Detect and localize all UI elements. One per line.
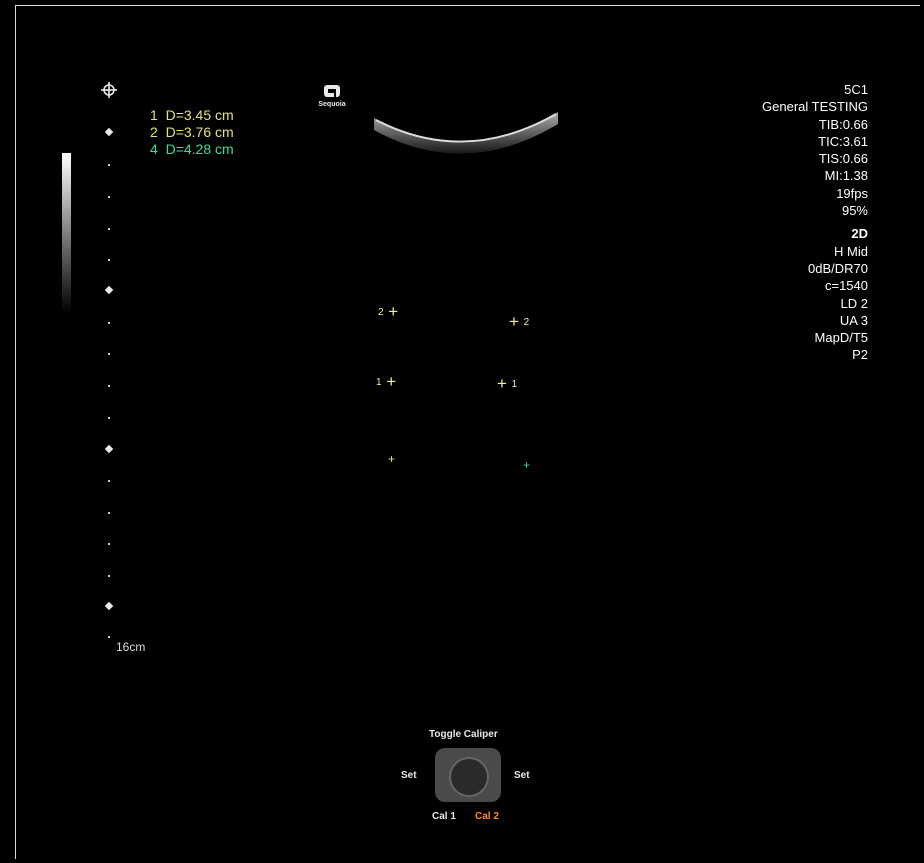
persistence: P2: [852, 347, 868, 363]
caliper-4-right[interactable]: +: [523, 457, 530, 474]
caliper-1-left[interactable]: 1 +: [376, 373, 396, 391]
caliper-label: 2: [378, 307, 384, 319]
depth-tick: [108, 543, 110, 545]
transducer: 5C1: [844, 82, 868, 97]
trackball-ball[interactable]: [449, 757, 489, 797]
caliper-2-left[interactable]: 2 +: [378, 303, 398, 321]
tis: TIS:0.66: [818, 151, 868, 167]
depth-tick: [108, 353, 110, 355]
measurement-value: D=3.76 cm: [165, 124, 234, 140]
caliper-label: 1: [511, 379, 518, 391]
depth-tick: [108, 259, 110, 261]
preset: General TESTING: [762, 99, 868, 115]
depth-tick: [108, 417, 110, 419]
toggle-caliper-label[interactable]: Toggle Caliper: [429, 729, 498, 740]
mi: MI:1.38: [824, 168, 868, 184]
ultrasound-image: [374, 112, 558, 154]
crosshair-icon: [101, 82, 117, 98]
measurement-list: 1 D=3.45 cm 2 D=3.76 cm 4 D=4.28 cm: [150, 107, 234, 158]
measurement-id: 4: [150, 141, 158, 157]
trackball[interactable]: [435, 748, 501, 802]
caliper-1-right[interactable]: + 1: [497, 375, 517, 393]
power: 95%: [841, 203, 868, 219]
sequoia-logo: Sequoia: [314, 84, 350, 108]
depth-tick: [108, 575, 110, 577]
measurement-id: 2: [150, 124, 158, 140]
measurement-2: 2 D=3.76 cm: [150, 124, 234, 141]
frame-rate: 19fps: [836, 185, 868, 201]
depth-tick: [108, 228, 110, 230]
grayscale-bar: [62, 153, 71, 313]
cal2-label[interactable]: Cal 2: [475, 811, 499, 822]
line-density: LD 2: [840, 295, 868, 311]
depth-tick: [108, 196, 110, 198]
set-right-label[interactable]: Set: [514, 770, 530, 781]
depth-tick: [108, 322, 110, 324]
tib: TIB:0.66: [818, 116, 868, 132]
caliper-2-right[interactable]: + 2: [509, 313, 529, 331]
caliper-label: 2: [523, 317, 530, 329]
caliper-label: 1: [376, 377, 382, 389]
cal1-label[interactable]: Cal 1: [432, 811, 456, 822]
depth-tick: [108, 480, 110, 482]
map: MapD/T5: [814, 330, 868, 346]
speed-of-sound: c=1540: [824, 278, 868, 294]
depth-tick: [108, 512, 110, 514]
caliper-4-left[interactable]: +: [388, 451, 395, 468]
depth-label: 16cm: [116, 640, 146, 654]
frequency: H Mid: [834, 243, 868, 259]
imaging-parameters: 5C1 General TESTING TIB:0.66 TIC:3.61 TI…: [762, 81, 868, 364]
ua: UA 3: [839, 312, 868, 328]
mode: 2D: [851, 226, 868, 242]
gain: 0dB/DR70: [808, 260, 868, 276]
measurement-id: 1: [150, 107, 158, 123]
depth-tick: [108, 164, 110, 166]
logo-icon: [324, 85, 340, 97]
measurement-4: 4 D=4.28 cm: [150, 141, 234, 158]
depth-tick: [108, 385, 110, 387]
logo-text: Sequoia: [318, 101, 346, 108]
set-left-label[interactable]: Set: [401, 770, 417, 781]
measurement-1: 1 D=3.45 cm: [150, 107, 234, 124]
depth-tick: [108, 636, 110, 638]
measurement-value: D=3.45 cm: [165, 107, 234, 123]
measurement-value: D=4.28 cm: [165, 141, 234, 157]
tic: TIC:3.61: [818, 133, 868, 149]
